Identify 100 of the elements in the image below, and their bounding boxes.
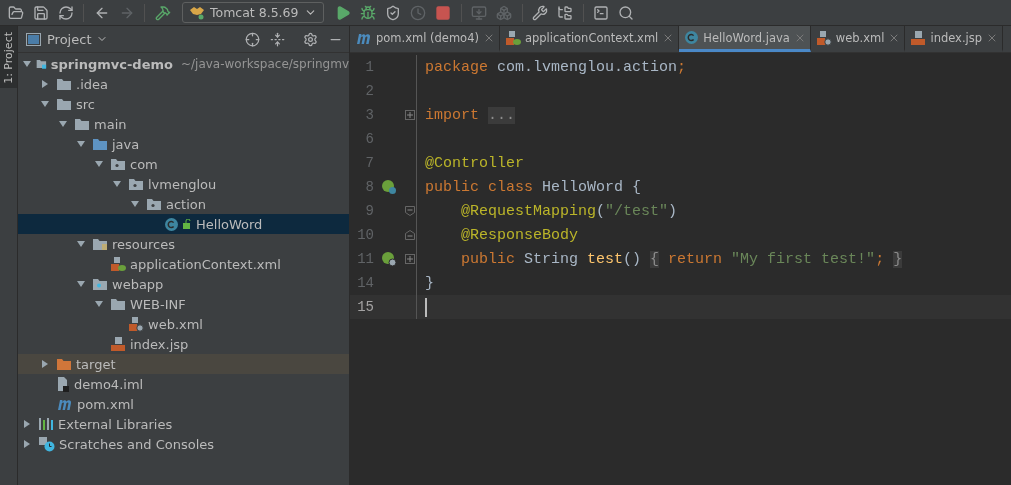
code-token: () [623,250,643,268]
search-icon [618,4,634,21]
tree-item[interactable]: pom.xml [18,394,349,414]
tab-label: HelloWord.java [703,30,790,45]
locate-icon[interactable] [245,31,260,47]
folder-icon [56,97,72,111]
lock-icon [183,219,192,229]
expand-fold-icon[interactable] [405,110,415,120]
build-icon [154,4,171,21]
code-token: @RequestMapping [461,202,597,220]
tree-item[interactable]: Scratches and Consoles [18,434,349,454]
tree-item[interactable]: lvmenglou [18,174,349,194]
collapse-all-icon[interactable] [270,31,285,47]
tab-label: applicationContext.xml [524,30,659,45]
xml-file-icon [504,29,521,46]
expand-fold-icon[interactable] [405,254,415,264]
text-caret [425,297,427,317]
line-number: 6 [364,131,374,147]
expanded-arrow-icon[interactable] [22,59,32,69]
line-number: 7 [364,155,374,171]
collapse-fold-icon[interactable] [405,230,415,240]
settings-icon [532,4,548,21]
bean-icon[interactable] [381,179,397,195]
collapse-fold-icon[interactable] [405,206,415,216]
folded-code[interactable]: { [650,250,660,268]
tree-item[interactable]: External Libraries [18,414,349,434]
attach-icon [471,4,487,21]
line-number: 10 [356,227,374,243]
tree-item[interactable]: action [18,194,349,214]
tree-item[interactable]: webapp [18,274,349,294]
tree-item[interactable]: applicationContext.xml [18,254,349,274]
line-number: 11 [356,251,374,267]
settings-icon[interactable] [303,31,318,47]
tree-item[interactable]: HelloWord [18,214,349,234]
folder-icon [56,357,72,371]
code-token: "/test" [605,202,669,220]
module-folder-icon [36,57,47,71]
code-token: return [667,250,724,268]
folder-icon [74,117,90,131]
xml-file-icon [128,316,144,332]
tree-item[interactable]: demo4.iml [18,374,349,394]
folder-icon [56,77,72,91]
code-token: test [587,250,624,268]
jsp-file-icon [910,29,927,46]
tree-item[interactable]: java [18,134,349,154]
item-label: WEB-INF [130,296,186,312]
item-label: target [76,356,116,372]
line-number: 8 [364,179,374,195]
line-number: 1 [364,59,374,75]
collapsed-arrow-icon[interactable] [40,79,50,89]
package-folder-icon [146,197,162,211]
code-token: ( [596,202,606,220]
code-token: String [524,250,580,268]
tree-item[interactable]: web.xml [18,314,349,334]
path-hint: ~/java-workspace/springmv [181,57,349,71]
item-label: index.jsp [130,336,189,352]
xml-file-icon [110,256,126,272]
item-label: demo4.iml [74,376,144,392]
folded-code[interactable]: ... [488,106,516,124]
editor-tab[interactable]: HelloWord.java [679,26,811,52]
tab-label: web.xml [835,30,885,45]
tab-label: index.jsp [930,30,983,45]
tree-item[interactable]: index.jsp [18,334,349,354]
code-token: @Controller [425,154,525,172]
tree-item[interactable]: target [18,354,349,374]
resources-folder-icon [92,237,108,251]
item-label: com [130,156,158,172]
package-folder-icon [110,157,126,171]
item-label: lvmenglou [148,176,217,192]
globe-icon[interactable] [381,251,397,267]
run-icon [335,4,351,21]
item-label: applicationContext.xml [130,256,281,272]
project-tool-tab[interactable]: 1: Project [0,26,17,88]
code-token: ) [668,202,678,220]
open-icon [7,4,24,21]
tree-item[interactable]: .idea [18,74,349,94]
expanded-arrow-icon[interactable] [76,239,86,249]
project-view-selector[interactable]: Project [47,31,109,47]
tree-item[interactable]: com [18,154,349,174]
tree-item[interactable]: main [18,114,349,134]
tree-item[interactable]: WEB-INF [18,294,349,314]
item-label: main [94,116,127,132]
class-icon [164,216,179,232]
tree-item[interactable]: resources [18,234,349,254]
folder-icon [92,277,108,291]
collapsed-arrow-icon[interactable] [40,359,50,369]
profile-icon [410,4,426,21]
maven-icon [355,31,372,44]
run-configuration-dropdown[interactable]: Tomcat 8.5.69 [182,2,324,23]
folder-icon [92,137,108,151]
terminal-icon [593,4,609,21]
item-label: resources [112,236,175,252]
tree-item[interactable]: src [18,94,349,114]
code-token: ; [677,58,687,76]
item-label: .idea [76,76,108,92]
folded-code[interactable]: } [893,250,903,268]
save-icon [32,4,49,21]
panel-title: Project [47,31,92,47]
tree-item[interactable]: springmvc-demo ~/java-workspace/springmv [18,54,349,74]
item-label: webapp [112,276,164,292]
